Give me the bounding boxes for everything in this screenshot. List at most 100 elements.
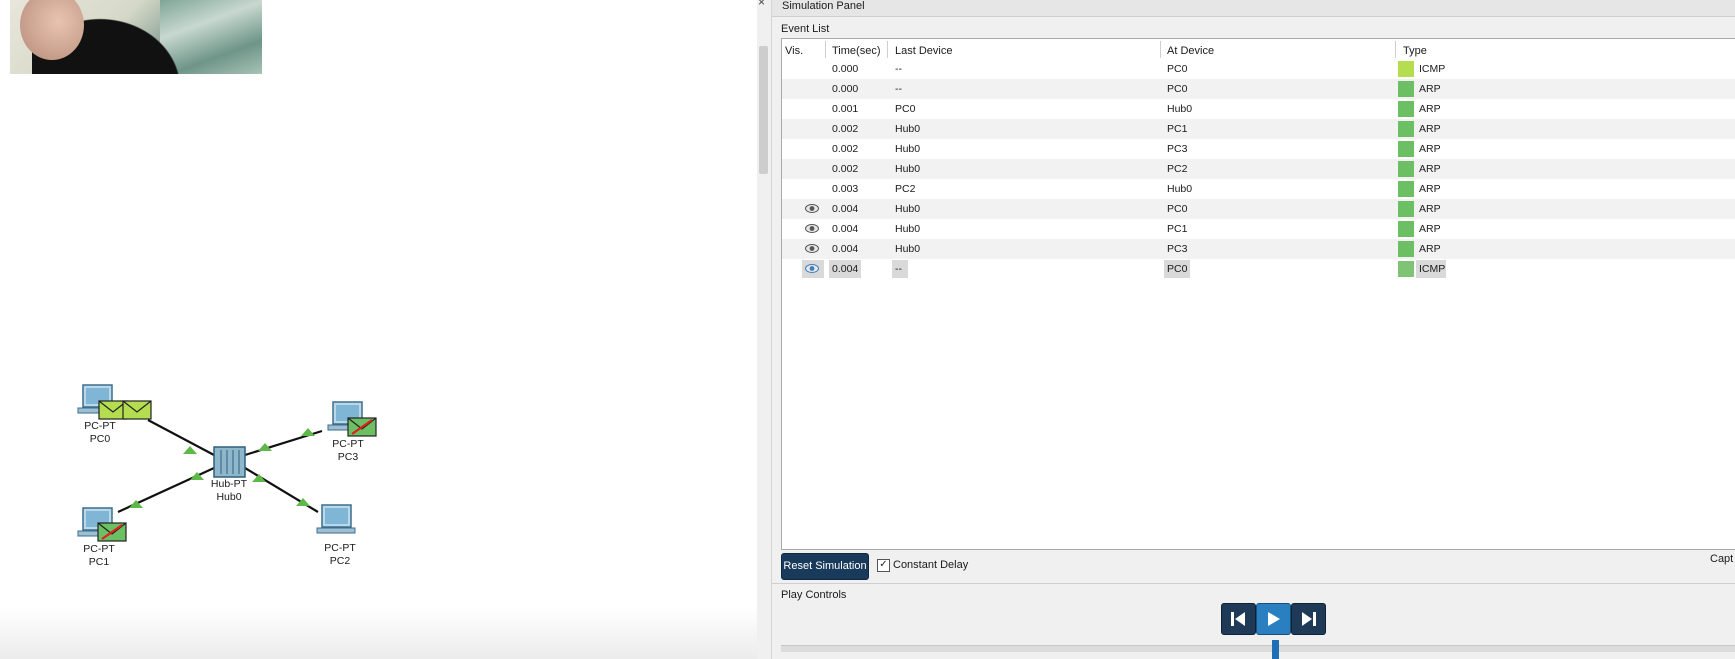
capture-forward-label[interactable]: Capt: [1710, 553, 1733, 565]
device-name: PC1: [88, 556, 110, 568]
device-model: PC-PT: [84, 420, 116, 432]
type-color-swatch: [1398, 121, 1414, 137]
last-device-cell: --: [895, 63, 902, 75]
device-label-pc3: PC-PT PC3: [330, 438, 366, 464]
last-device-cell: --: [895, 263, 902, 275]
last-device-cell: PC0: [895, 103, 916, 115]
panel-splitter[interactable]: ×: [757, 0, 772, 659]
column-header-type[interactable]: Type: [1403, 45, 1427, 57]
link-pc0-hub0: [147, 419, 215, 456]
device-model: PC-PT: [324, 542, 356, 554]
last-device-cell: Hub0: [895, 243, 921, 255]
column-header-last-device[interactable]: Last Device: [895, 45, 952, 57]
last-device-cell: Hub0: [895, 223, 921, 235]
time-cell: 0.001: [832, 103, 859, 115]
table-row[interactable]: 0.001 PC0 Hub0 ARP: [782, 99, 1735, 119]
at-device-cell: PC0: [1167, 263, 1188, 275]
hub-icon[interactable]: [213, 446, 246, 478]
device-model: Hub-PT: [210, 478, 248, 490]
device-model: PC-PT: [83, 543, 115, 555]
play-button[interactable]: [1256, 603, 1291, 635]
eye-icon-active[interactable]: [805, 263, 819, 274]
last-device-cell: Hub0: [895, 123, 921, 135]
last-device-cell: Hub0: [895, 143, 921, 155]
column-header-at-device[interactable]: At Device: [1167, 45, 1214, 57]
type-cell: ARP: [1419, 103, 1441, 115]
table-row[interactable]: 0.004 -- PC0 ICMP: [782, 259, 1735, 279]
type-color-swatch: [1398, 161, 1414, 177]
device-label-pc2: PC-PT PC2: [322, 542, 358, 568]
type-color-swatch: [1398, 101, 1414, 117]
skip-back-icon: [1231, 612, 1245, 626]
table-row[interactable]: 0.002 Hub0 PC1 ARP: [782, 119, 1735, 139]
failed-envelope-icon[interactable]: [97, 522, 127, 542]
eye-icon[interactable]: [805, 223, 819, 234]
back-button[interactable]: [1221, 603, 1256, 635]
time-cell: 0.004: [832, 223, 859, 235]
device-model: PC-PT: [332, 438, 364, 450]
eye-icon[interactable]: [805, 203, 819, 214]
type-cell: ARP: [1419, 143, 1441, 155]
link-light: [301, 428, 315, 436]
device-name: Hub0: [216, 491, 242, 503]
table-row[interactable]: 0.002 Hub0 PC2 ARP: [782, 159, 1735, 179]
last-device-cell: Hub0: [895, 203, 921, 215]
type-color-swatch: [1398, 61, 1414, 77]
at-device-cell: PC3: [1167, 243, 1188, 255]
panel-title-bar: [772, 0, 1735, 17]
play-speed-slider-thumb[interactable]: [1272, 640, 1279, 659]
play-speed-slider[interactable]: [781, 645, 1735, 652]
table-row[interactable]: 0.000 -- PC0 ARP: [782, 79, 1735, 99]
type-color-swatch: [1398, 141, 1414, 157]
event-list-label: Event List: [781, 23, 830, 35]
failed-envelope-icon[interactable]: [347, 417, 377, 437]
device-label-hub0: Hub-PT Hub0: [208, 478, 250, 504]
type-cell: ICMP: [1419, 263, 1446, 275]
at-device-cell: PC1: [1167, 223, 1188, 235]
column-separator[interactable]: [887, 41, 888, 58]
forward-button[interactable]: [1291, 603, 1326, 635]
constant-delay-checkbox[interactable]: ✓: [877, 559, 890, 572]
reset-simulation-button[interactable]: Reset Simulation: [781, 553, 869, 580]
at-device-cell: PC0: [1167, 203, 1188, 215]
section-divider: [772, 583, 1735, 584]
table-row[interactable]: 0.004 Hub0 PC0 ARP: [782, 199, 1735, 219]
close-icon[interactable]: ×: [758, 0, 765, 9]
table-row[interactable]: 0.003 PC2 Hub0 ARP: [782, 179, 1735, 199]
event-list-table: Vis. Time(sec) Last Device At Device Typ…: [781, 38, 1735, 550]
table-row[interactable]: 0.004 Hub0 PC3 ARP: [782, 239, 1735, 259]
type-color-swatch: [1398, 201, 1414, 217]
column-separator[interactable]: [1160, 41, 1161, 58]
at-device-cell: PC0: [1167, 63, 1188, 75]
column-header-vis[interactable]: Vis.: [785, 45, 803, 57]
type-cell: ARP: [1419, 83, 1441, 95]
device-label-pc0: PC-PT PC0: [82, 420, 118, 446]
logical-workspace[interactable]: PC-PT PC0 PC-PT PC3 Hub-PT Hub0 PC-PT PC…: [0, 0, 757, 659]
at-device-cell: Hub0: [1167, 183, 1193, 195]
play-controls-label: Play Controls: [781, 589, 847, 601]
pc2-icon[interactable]: [316, 504, 356, 534]
time-cell: 0.004: [832, 263, 859, 275]
vertical-scrollbar-thumb[interactable]: [759, 46, 768, 174]
type-cell: ARP: [1419, 183, 1441, 195]
table-row[interactable]: 0.000 -- PC0 ICMP: [782, 59, 1735, 79]
last-device-cell: --: [895, 83, 902, 95]
constant-delay-label: Constant Delay: [893, 559, 969, 571]
at-device-cell: PC3: [1167, 143, 1188, 155]
column-separator[interactable]: [825, 41, 826, 58]
table-row[interactable]: 0.002 Hub0 PC3 ARP: [782, 139, 1735, 159]
type-cell: ARP: [1419, 163, 1441, 175]
time-cell: 0.002: [832, 123, 859, 135]
table-row[interactable]: 0.004 Hub0 PC1 ARP: [782, 219, 1735, 239]
column-header-time[interactable]: Time(sec): [832, 45, 880, 57]
type-cell: ARP: [1419, 123, 1441, 135]
column-separator[interactable]: [1395, 41, 1396, 58]
panel-title: Simulation Panel: [782, 0, 865, 12]
device-name: PC3: [337, 451, 359, 463]
envelope-icon[interactable]: [122, 400, 152, 420]
last-device-cell: PC2: [895, 183, 916, 195]
simulation-panel: Simulation Panel Event List Vis. Time(se…: [772, 0, 1735, 659]
type-color-swatch: [1398, 81, 1414, 97]
link-light: [252, 474, 266, 482]
eye-icon[interactable]: [805, 243, 819, 254]
